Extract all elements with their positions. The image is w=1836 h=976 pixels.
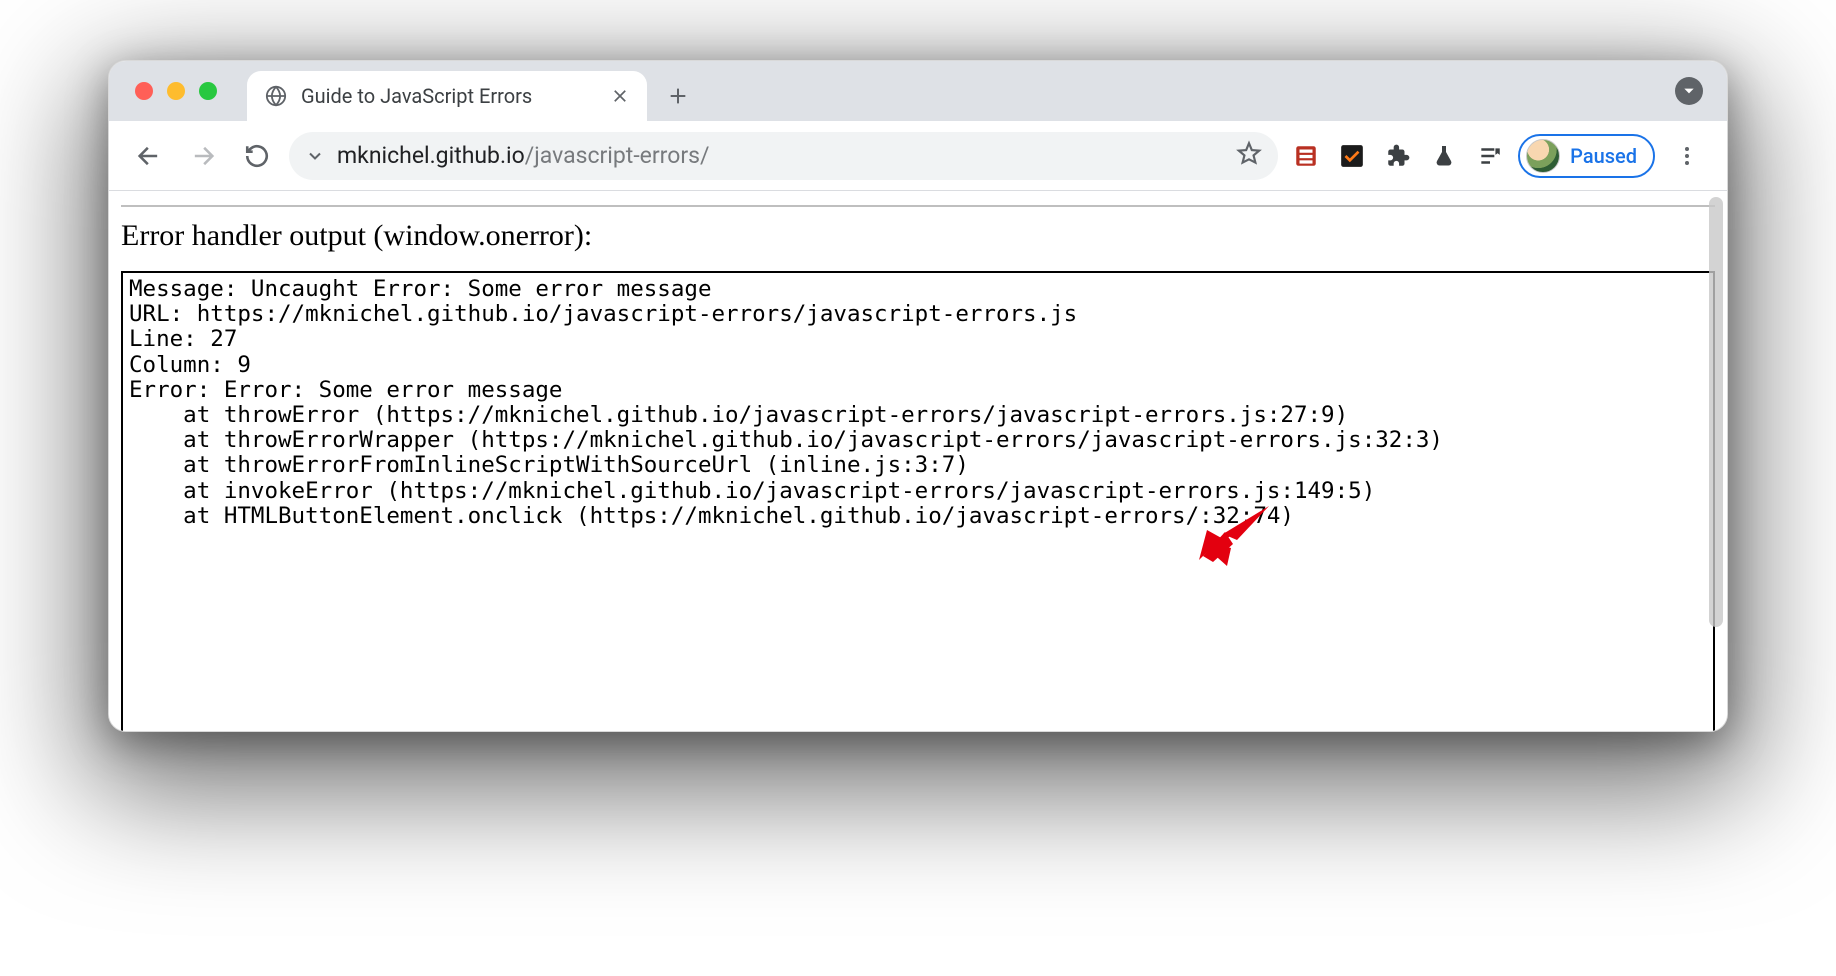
forward-button[interactable] xyxy=(181,134,225,178)
page-viewport: Error handler output (window.onerror): M… xyxy=(109,191,1727,731)
window-controls xyxy=(129,61,247,121)
url-path: /javascript-errors/ xyxy=(525,142,710,169)
reading-list-button[interactable] xyxy=(1472,138,1508,174)
extension-icon[interactable] xyxy=(1334,138,1370,174)
url-text: mknichel.github.io/javascript-errors/ xyxy=(337,142,1224,169)
section-heading: Error handler output (window.onerror): xyxy=(121,219,1715,253)
profile-status: Paused xyxy=(1570,144,1637,168)
site-info-button[interactable] xyxy=(305,146,325,166)
extensions-button[interactable] xyxy=(1380,138,1416,174)
vertical-scrollbar[interactable] xyxy=(1709,197,1723,627)
close-tab-button[interactable] xyxy=(611,87,629,105)
error-output-box: Message: Uncaught Error: Some error mess… xyxy=(121,271,1715,731)
browser-tab[interactable]: Guide to JavaScript Errors xyxy=(247,71,647,121)
zoom-window-button[interactable] xyxy=(199,82,217,100)
profile-chip[interactable]: Paused xyxy=(1518,134,1655,178)
bookmark-button[interactable] xyxy=(1236,140,1262,172)
close-window-button[interactable] xyxy=(135,82,153,100)
tab-search-button[interactable] xyxy=(1675,77,1703,105)
labs-button[interactable] xyxy=(1426,138,1462,174)
tab-strip: Guide to JavaScript Errors xyxy=(109,61,1727,121)
chrome-menu-button[interactable] xyxy=(1665,134,1709,178)
extension-icon[interactable] xyxy=(1288,138,1324,174)
browser-toolbar: mknichel.github.io/javascript-errors/ xyxy=(109,121,1727,191)
minimize-window-button[interactable] xyxy=(167,82,185,100)
reload-button[interactable] xyxy=(235,134,279,178)
avatar-icon xyxy=(1526,139,1560,173)
divider xyxy=(121,205,1715,207)
globe-icon xyxy=(265,85,287,107)
url-host: mknichel.github.io xyxy=(337,142,525,169)
new-tab-button[interactable] xyxy=(657,75,699,117)
tab-title: Guide to JavaScript Errors xyxy=(301,84,597,108)
address-bar[interactable]: mknichel.github.io/javascript-errors/ xyxy=(289,132,1278,180)
back-button[interactable] xyxy=(127,134,171,178)
browser-window: Guide to JavaScript Errors xyxy=(108,60,1728,732)
page-content: Error handler output (window.onerror): M… xyxy=(109,191,1727,731)
